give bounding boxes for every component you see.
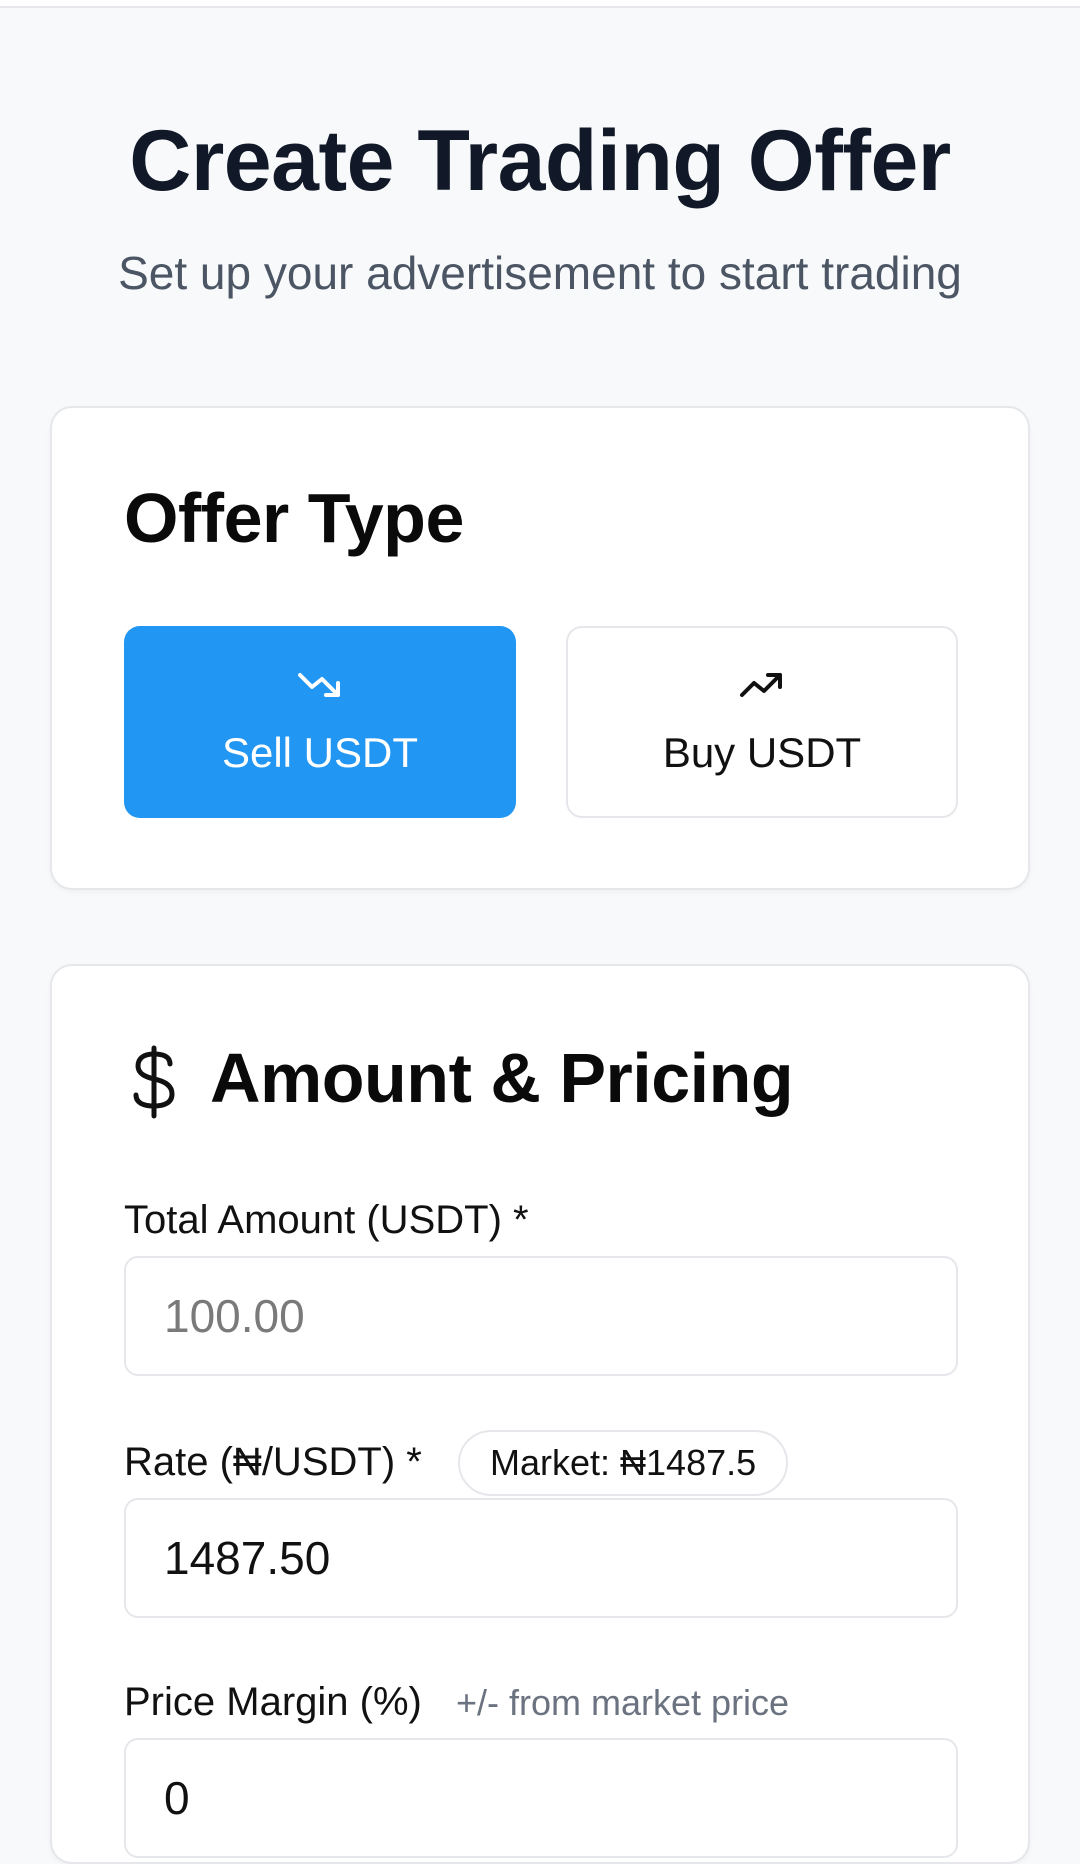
sell-usdt-button[interactable]: Sell USDT	[124, 626, 516, 818]
buy-usdt-label: Buy USDT	[662, 729, 862, 776]
price-margin-hint: +/- from market price	[456, 1682, 790, 1723]
offer-type-title: Offer Type	[124, 479, 464, 557]
buy-usdt-button[interactable]: Buy USDT	[566, 626, 958, 818]
offer-type-card: Offer Type Sell USDT Buy USDT	[50, 406, 1030, 890]
rate-label: Rate (₦/USDT) *	[124, 1440, 422, 1484]
price-margin-label: Price Margin (%)	[124, 1680, 422, 1724]
trending-down-icon	[298, 673, 340, 697]
market-rate-badge: Market: ₦1487.5	[458, 1430, 789, 1496]
page-title: Create Trading Offer	[129, 113, 951, 209]
dollar-icon	[133, 1045, 175, 1119]
top-bar	[0, 0, 1080, 8]
total-amount-label: Total Amount (USDT) *	[124, 1198, 529, 1242]
amount-pricing-title: Amount & Pricing	[210, 1039, 794, 1117]
price-margin-input[interactable]: 0	[124, 1738, 958, 1858]
amount-pricing-card: Amount & Pricing Total Amount (USDT) * 1…	[50, 964, 1030, 1864]
trending-up-icon	[740, 673, 782, 697]
page-subtitle: Set up your advertisement to start tradi…	[118, 247, 962, 299]
rate-input[interactable]: 1487.50	[124, 1498, 958, 1618]
sell-usdt-label: Sell USDT	[221, 729, 419, 776]
total-amount-input[interactable]: 100.00	[124, 1256, 958, 1376]
